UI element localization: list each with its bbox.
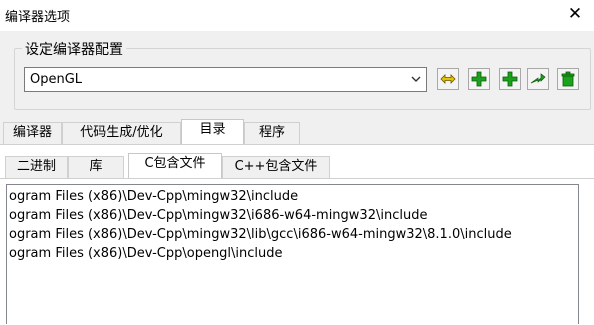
rename-icon <box>440 74 456 84</box>
add-profile-copy-button[interactable] <box>499 68 521 90</box>
tab-libraries[interactable]: 库 <box>68 156 124 178</box>
profile-select-value: OpenGL <box>30 72 83 87</box>
list-item[interactable]: ogram Files (x86)\Dev-Cpp\mingw32\i686-w… <box>9 206 427 225</box>
tab-binaries[interactable]: 二进制 <box>5 156 68 178</box>
tab-cpp-includes[interactable]: C++包含文件 <box>222 156 330 178</box>
profile-select[interactable]: OpenGL <box>24 67 427 92</box>
tab-compiler[interactable]: 编译器 <box>3 122 62 144</box>
add-profile-button[interactable] <box>468 68 490 90</box>
list-item[interactable]: ogram Files (x86)\Dev-Cpp\opengl\include <box>9 244 283 263</box>
close-icon[interactable]: ✕ <box>564 3 586 25</box>
export-profile-button[interactable] <box>527 68 549 90</box>
rename-profile-button[interactable] <box>437 68 459 90</box>
arrow-right-icon <box>530 73 546 84</box>
list-item[interactable]: ogram Files (x86)\Dev-Cpp\mingw32\lib\gc… <box>9 225 512 244</box>
plus-icon <box>502 71 518 87</box>
list-item[interactable]: ogram Files (x86)\Dev-Cpp\mingw32\includ… <box>9 187 298 206</box>
plus-icon <box>471 71 487 87</box>
trash-icon <box>561 71 575 87</box>
title-bar: 编译器选项 ✕ <box>0 0 594 31</box>
window-title: 编译器选项 <box>5 10 71 25</box>
tab-c-includes[interactable]: C包含文件 <box>128 153 222 178</box>
tab-programs[interactable]: 程序 <box>244 122 300 144</box>
include-directory-list[interactable]: ogram Files (x86)\Dev-Cpp\mingw32\includ… <box>6 184 579 324</box>
chevron-down-icon <box>411 76 421 82</box>
group-legend: 设定编译器配置 <box>22 39 126 59</box>
delete-profile-button[interactable] <box>557 68 579 90</box>
tab-codegen[interactable]: 代码生成/优化 <box>62 122 181 144</box>
tab-directories[interactable]: 目录 <box>181 119 244 144</box>
